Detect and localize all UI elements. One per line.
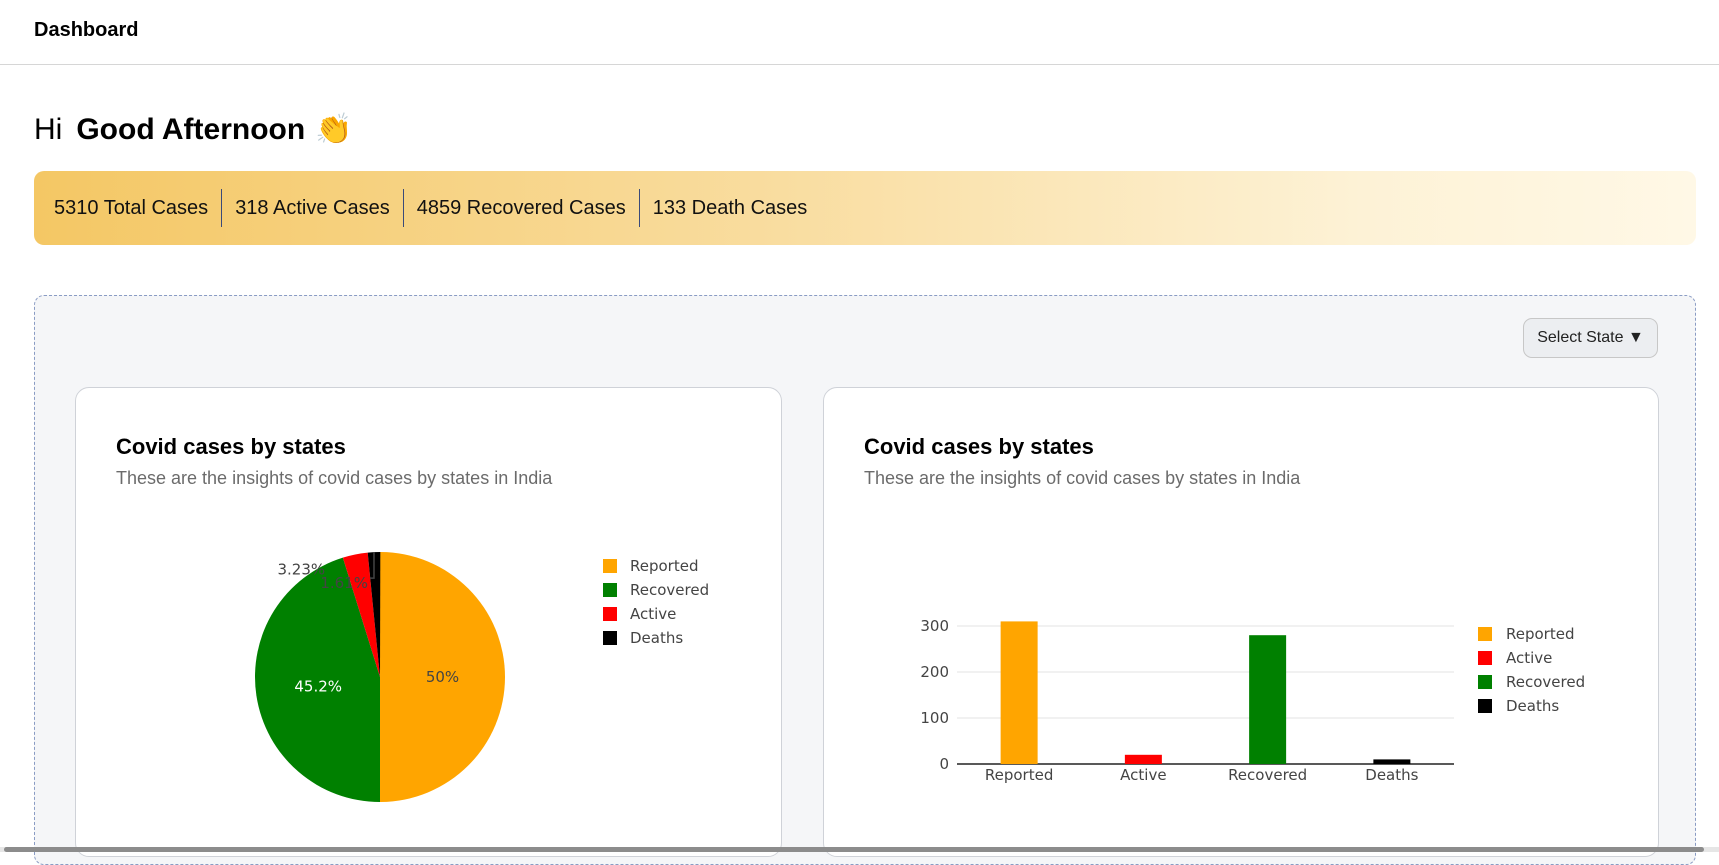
x-tick-label: Active xyxy=(1120,766,1166,784)
legend-label[interactable]: Active xyxy=(630,605,676,623)
bar-chart: 0 100 200 300 Reported Active Recovered Deaths R… xyxy=(920,617,1585,784)
y-tick-label: 200 xyxy=(920,663,949,681)
horizontal-scrollbar[interactable] xyxy=(0,847,1719,852)
y-tick-label: 300 xyxy=(920,617,949,635)
bar-active[interactable] xyxy=(1124,754,1162,764)
legend-swatch xyxy=(1478,651,1492,665)
legend-label[interactable]: Reported xyxy=(1506,625,1574,643)
select-state-button[interactable]: Select State ▼ xyxy=(1523,318,1658,358)
bar-recovered[interactable] xyxy=(1249,635,1287,764)
dashboard-title: Dashboard xyxy=(34,19,139,41)
pie-slice-label: 45.2% xyxy=(294,677,342,695)
stat-total-cases: 5310 Total Cases xyxy=(54,189,223,227)
greeting-hi: Hi xyxy=(34,112,63,146)
stat-death-cases: 133 Death Cases xyxy=(652,196,808,219)
legend-swatch xyxy=(603,631,617,645)
pie-slice-label: 1.61% xyxy=(320,574,368,592)
legend-label[interactable]: Active xyxy=(1506,649,1552,667)
legend-swatch xyxy=(603,559,617,573)
stat-recovered-cases: 4859 Recovered Cases xyxy=(404,189,640,227)
x-tick-label: Recovered xyxy=(1228,766,1307,784)
legend-swatch xyxy=(1478,675,1492,689)
greeting-message: Good Afternoon xyxy=(76,112,306,146)
legend-swatch xyxy=(603,583,617,597)
pie-chart-card: Covid cases by states These are the insi… xyxy=(75,387,782,857)
top-bar: Dashboard xyxy=(0,0,1719,65)
bar-chart-card: Covid cases by states These are the insi… xyxy=(823,387,1659,857)
pie-slice-label: 3.23% xyxy=(277,560,325,578)
legend-label[interactable]: Recovered xyxy=(630,581,709,599)
legend-swatch xyxy=(1478,699,1492,713)
legend-label[interactable]: Deaths xyxy=(630,629,683,647)
legend-swatch xyxy=(603,607,617,621)
y-tick-label: 0 xyxy=(939,755,949,773)
bar-reported[interactable] xyxy=(1000,621,1038,764)
charts-panel: Select State ▼ Covid cases by states The… xyxy=(34,295,1696,865)
bar-deaths[interactable] xyxy=(1373,759,1411,764)
y-tick-label: 100 xyxy=(920,709,949,727)
stats-banner: 5310 Total Cases 318 Active Cases 4859 R… xyxy=(34,171,1696,245)
stat-active-cases: 318 Active Cases xyxy=(222,189,404,227)
legend-label[interactable]: Recovered xyxy=(1506,673,1585,691)
legend-swatch xyxy=(1478,627,1492,641)
pie-chart: 50% 45.2% 3.23%1.61% Reported Recovered Activ… xyxy=(254,552,709,802)
pie-slice-label: 50% xyxy=(426,668,459,686)
greeting: Hi Good Afternoon 👏 xyxy=(34,112,353,147)
clapping-hands-icon: 👏 xyxy=(315,113,353,146)
x-tick-label: Reported xyxy=(985,766,1053,784)
legend-label[interactable]: Deaths xyxy=(1506,697,1559,715)
scrollbar-thumb[interactable] xyxy=(4,847,1704,852)
x-tick-label: Deaths xyxy=(1365,766,1418,784)
legend-label[interactable]: Reported xyxy=(630,557,698,575)
